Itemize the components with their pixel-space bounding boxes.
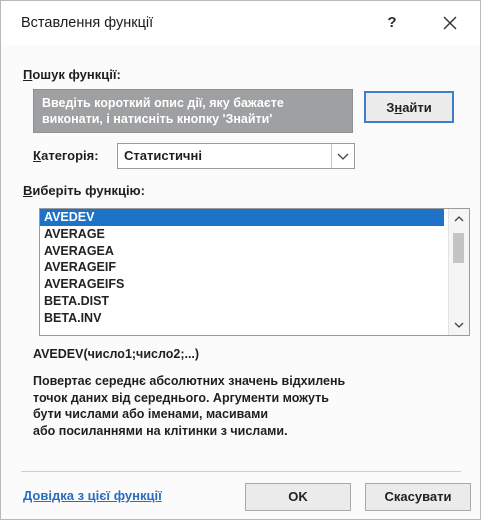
scroll-thumb[interactable] [453, 233, 464, 263]
function-list-label: Виберіть функцію: [23, 183, 145, 198]
function-list-label-accel: В [23, 183, 33, 198]
function-list-item[interactable]: BETA.DIST [40, 293, 444, 310]
cancel-button[interactable]: Скасувати [365, 483, 471, 511]
search-label-rest: ошук функції: [32, 67, 121, 82]
find-button-post: айти [402, 100, 432, 115]
function-signature: AVEDEV(число1;число2;...) [33, 347, 200, 361]
category-selected-value: Статистичні [124, 148, 202, 163]
category-label-rest: атегорія: [41, 148, 99, 163]
find-button[interactable]: Знайти [364, 91, 454, 123]
function-list-item[interactable]: AVERAGEIFS [40, 276, 444, 293]
close-icon [443, 16, 457, 30]
chevron-up-icon [454, 216, 464, 222]
search-input[interactable]: Введіть короткий опис дії, яку бажаєте в… [33, 89, 353, 133]
category-select[interactable]: Статистичні [117, 143, 355, 169]
title-bar: Вставлення функції ? [1, 1, 480, 45]
search-description-line-1: Введіть короткий опис дії, яку бажаєте [42, 96, 284, 110]
list-scrollbar[interactable] [448, 209, 469, 335]
description-line: або посиланнями на клітинки з числами. [33, 423, 288, 438]
function-listbox[interactable]: AVEDEV AVERAGE AVERAGEA AVERAGEIF AVERAGEIFS… [39, 208, 470, 336]
function-list-item[interactable]: BETA.INV [40, 310, 444, 327]
function-list-items: AVEDEV AVERAGE AVERAGEA AVERAGEIF AVERAGEIFS… [40, 209, 444, 327]
description-line: точок даних від середнього. Аргументи мо… [33, 390, 329, 405]
category-label: Категорія: [33, 148, 99, 163]
description-line: Повертає середнє абсолютних значень відх… [33, 374, 346, 388]
chevron-down-icon [454, 322, 464, 328]
dialog-title: Вставлення функції [21, 15, 154, 31]
function-list-item[interactable]: AVEDEV [40, 209, 444, 226]
function-help-link[interactable]: Довідка з цієї функції [23, 488, 162, 503]
search-label-accel: П [23, 67, 33, 82]
function-list-item[interactable]: AVERAGEA [40, 243, 444, 260]
chevron-down-icon [337, 153, 349, 160]
close-button[interactable] [436, 9, 464, 37]
search-label: Пошук функції: [23, 67, 121, 82]
category-dropdown-button[interactable] [331, 144, 354, 168]
ok-button[interactable]: OK [245, 483, 351, 511]
function-list-item[interactable]: AVERAGEIF [40, 259, 444, 276]
scroll-down-button[interactable] [449, 315, 469, 335]
scroll-up-button[interactable] [449, 209, 469, 229]
function-list-label-rest: иберіть функцію: [32, 183, 145, 198]
function-list-item[interactable]: AVERAGE [40, 226, 444, 243]
help-button[interactable]: ? [381, 11, 403, 35]
function-description: Повертає середнє абсолютних значень відх… [33, 373, 453, 439]
insert-function-dialog: Вставлення функції ? Пошук функції: Введ… [0, 0, 481, 520]
description-line: бути числами або іменами, масивами [33, 407, 269, 421]
search-description-line-2: виконати, і натисніть кнопку 'Знайти' [42, 112, 273, 126]
footer-divider [21, 471, 461, 472]
category-label-accel: К [33, 148, 42, 163]
